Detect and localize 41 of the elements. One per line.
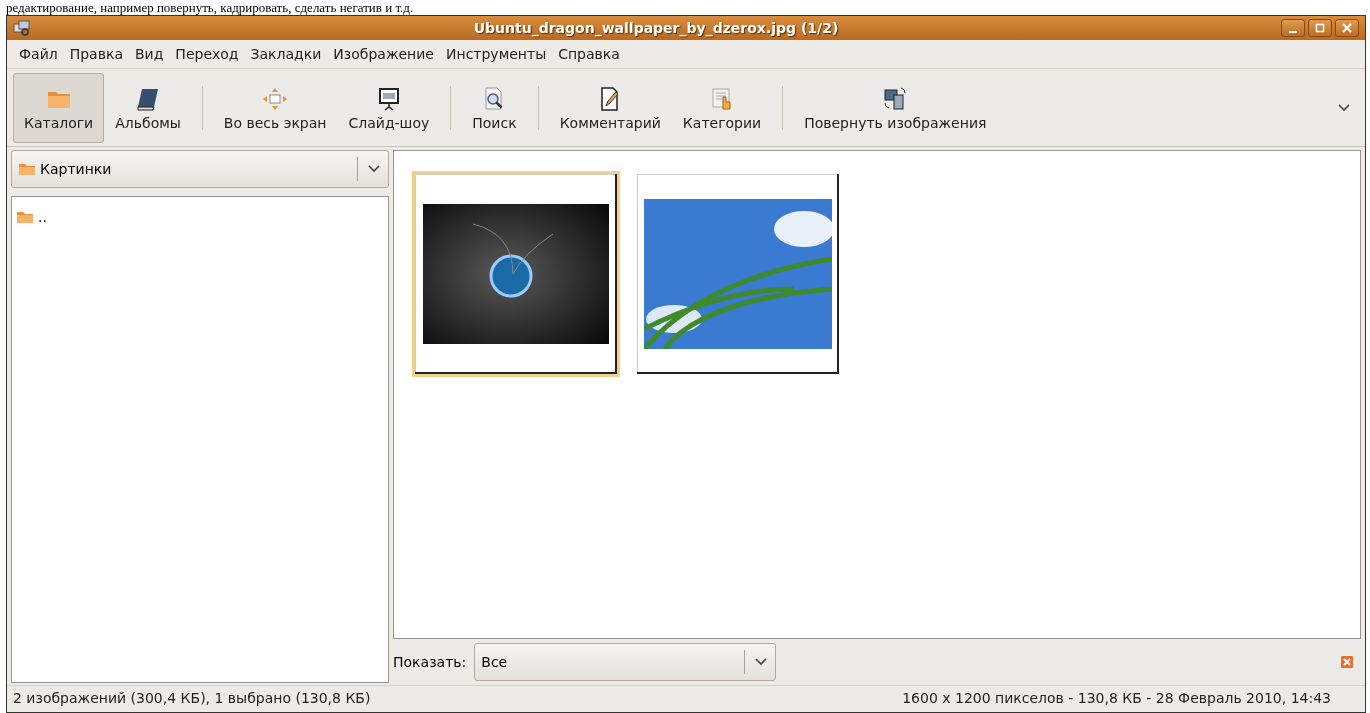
rotate-images-icon: [882, 86, 909, 111]
menu-item[interactable]: Изображение: [327, 44, 440, 64]
toolbar-button[interactable]: Категории: [671, 72, 773, 143]
chevron-down-icon: [755, 658, 768, 666]
menu-item[interactable]: Инструменты: [440, 44, 553, 64]
toolbar-button[interactable]: Во весь экран: [212, 72, 338, 143]
menu-item[interactable]: Переход: [169, 44, 245, 64]
menu-item[interactable]: Справка: [552, 44, 626, 64]
maximize-button[interactable]: [1308, 19, 1332, 37]
image-info-text: 1600 x 1200 пикселов - 130,8 КБ - 28 Февраль 2010, 14:43: [902, 690, 1331, 706]
minimize-button[interactable]: [1281, 19, 1305, 37]
close-button[interactable]: [1335, 19, 1359, 37]
chevron-down-icon: [368, 165, 380, 173]
thumbnail[interactable]: [412, 171, 620, 377]
menu-item[interactable]: Закладки: [244, 44, 328, 64]
filter-label: Показать:: [393, 654, 467, 670]
caption-text: редактирование, например повернуть, кадрировать, сделать негатив и т.д.: [5, 0, 415, 15]
folder-icon: [18, 162, 36, 176]
toolbar-button[interactable]: Альбомы: [104, 72, 192, 143]
thumbnail[interactable]: [634, 171, 842, 377]
toolbar-button[interactable]: Поиск: [461, 72, 528, 143]
fullscreen-icon: [262, 86, 289, 111]
menu-item[interactable]: Файл: [13, 44, 64, 64]
close-icon: [1342, 23, 1352, 33]
maximize-icon: [1315, 23, 1325, 33]
filter-dropdown[interactable]: Все: [474, 643, 777, 681]
window-title: Ubuntu_dragon_wallpaper_by_dzerox.jpg (1/2): [472, 20, 840, 36]
menu-item[interactable]: Правка: [63, 44, 129, 64]
toolbar-button[interactable]: Комментарий: [548, 72, 672, 143]
folder-item[interactable]: ..: [12, 197, 388, 225]
menu-item[interactable]: Вид: [128, 44, 170, 64]
toolbar-button[interactable]: Повернуть изображения: [793, 72, 998, 143]
toolbar-button[interactable]: Каталоги: [13, 72, 105, 143]
location-dropdown[interactable]: Картинки: [11, 150, 389, 188]
toolbar-button[interactable]: Слайд-шоу: [337, 72, 441, 143]
minimize-icon: [1289, 31, 1297, 33]
folder-icon: [16, 210, 34, 224]
close-icon[interactable]: [1341, 656, 1353, 668]
chevron-down-icon[interactable]: [1337, 102, 1351, 113]
app-icon: [13, 20, 31, 36]
status-text: 2 изображений (300,4 КБ), 1 выбрано (130,8 КБ): [13, 690, 371, 706]
